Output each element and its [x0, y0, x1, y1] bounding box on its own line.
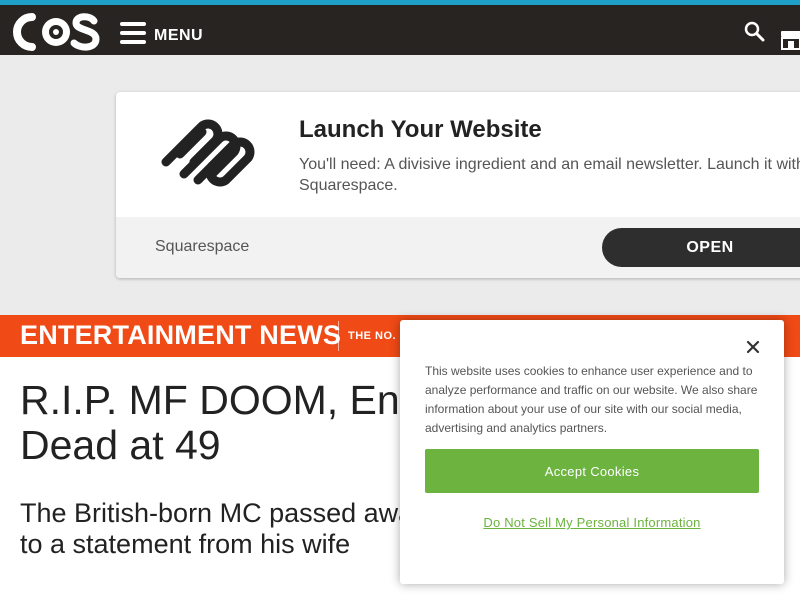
do-not-sell-link[interactable]: Do Not Sell My Personal Information	[425, 515, 759, 530]
ad-description: You'll need: A divisive ingredient and a…	[299, 156, 800, 194]
cookie-policy-text: This website uses cookies to enhance use…	[425, 364, 758, 435]
cos-logo-icon[interactable]	[10, 9, 100, 55]
top-nav-bar: MENU	[0, 0, 800, 55]
ad-title[interactable]: Launch Your Website	[299, 116, 542, 144]
hamburger-icon	[120, 22, 146, 44]
ad-open-button[interactable]: OPEN	[602, 228, 800, 267]
cookie-banner: This website uses cookies to enhance use…	[400, 320, 784, 584]
accept-cookies-button[interactable]: Accept Cookies	[425, 449, 759, 493]
menu-button[interactable]: MENU	[120, 19, 203, 47]
menu-label: MENU	[154, 26, 204, 44]
section-divider	[338, 321, 339, 351]
search-icon[interactable]	[744, 21, 766, 43]
ad-card[interactable]: Launch Your Website You'll need: A divis…	[116, 92, 800, 278]
store-icon[interactable]	[780, 29, 800, 51]
ad-container: Launch Your Website You'll need: A divis…	[0, 55, 800, 315]
ad-brand-name: Squarespace	[155, 238, 250, 255]
ad-footer: Squarespace OPEN	[116, 217, 800, 278]
section-tagline: THE NO. 1	[348, 330, 407, 342]
section-title[interactable]: ENTERTAINMENT NEWS	[20, 320, 341, 351]
squarespace-logo-icon	[161, 119, 255, 187]
close-icon[interactable]	[742, 336, 764, 358]
